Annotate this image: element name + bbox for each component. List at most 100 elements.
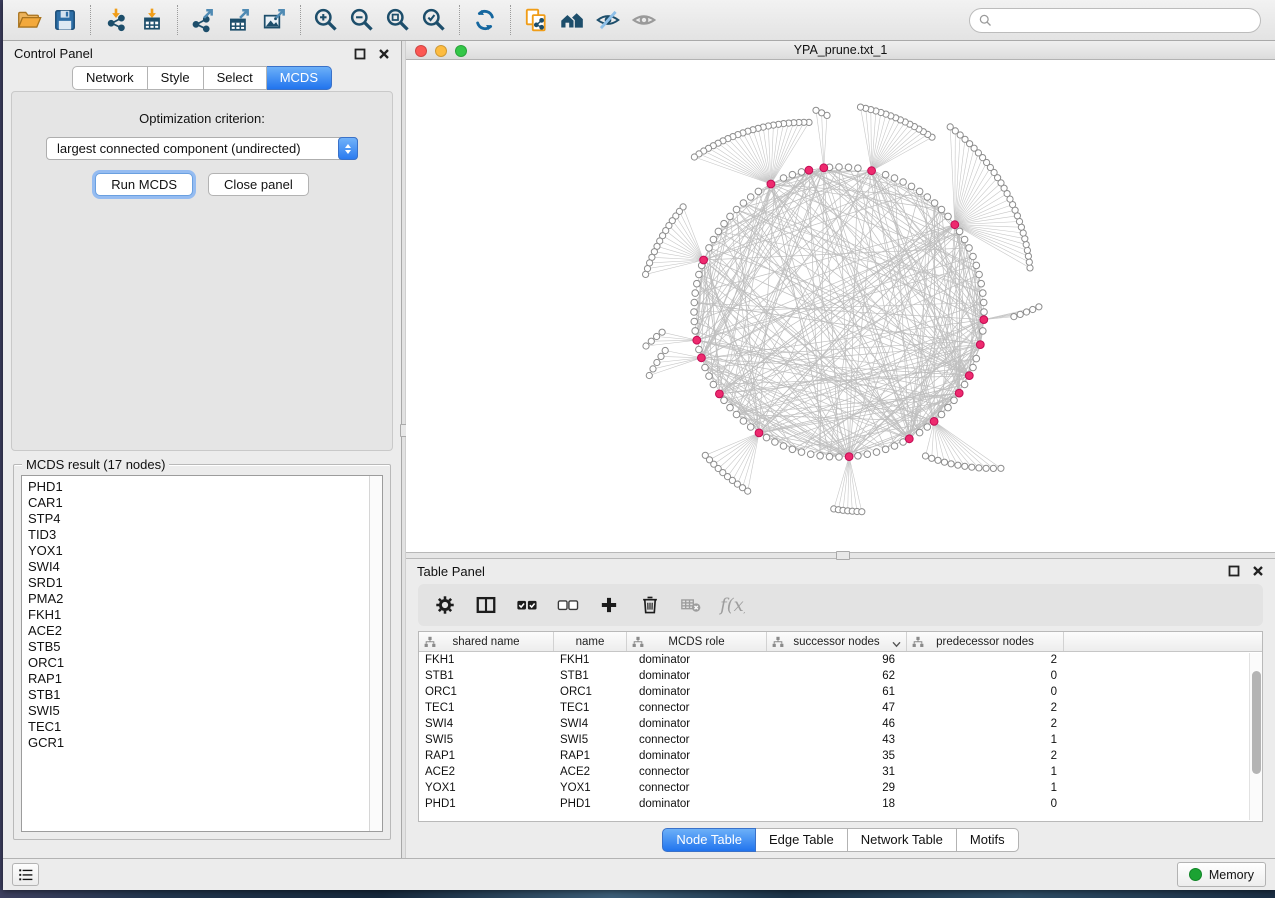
export-table-button[interactable]: [221, 4, 257, 36]
cell-shared-name[interactable]: RAP1: [419, 750, 554, 762]
table-row[interactable]: RAP1RAP1dominator352: [419, 748, 1262, 764]
cell-shared-name[interactable]: STB1: [419, 670, 554, 682]
search-box[interactable]: [969, 8, 1261, 33]
column-header-successor-nodes[interactable]: successor nodes: [767, 632, 907, 651]
cell-mcds-role[interactable]: dominator: [627, 670, 767, 682]
cell-mcds-role[interactable]: dominator: [627, 798, 767, 810]
table-row[interactable]: STB1STB1dominator620: [419, 668, 1262, 684]
table-row[interactable]: SWI4SWI4dominator462: [419, 716, 1262, 732]
memory-button[interactable]: Memory: [1177, 862, 1266, 887]
cell-name[interactable]: FKH1: [554, 654, 627, 666]
table-tab-node-table[interactable]: Node Table: [662, 828, 756, 852]
zoom-fit-button[interactable]: [380, 4, 416, 36]
mcds-result-item[interactable]: STB1: [28, 687, 369, 703]
table-row[interactable]: FKH1FKH1dominator962: [419, 652, 1262, 668]
cell-shared-name[interactable]: ACE2: [419, 766, 554, 778]
cell-mcds-role[interactable]: connector: [627, 734, 767, 746]
table-tab-motifs[interactable]: Motifs: [957, 828, 1019, 852]
mcds-result-item[interactable]: GCR1: [28, 735, 369, 751]
cell-name[interactable]: YOX1: [554, 782, 627, 794]
close-table-panel-icon[interactable]: [1251, 565, 1264, 578]
cell-predecessor-nodes[interactable]: 2: [907, 654, 1064, 666]
mcds-result-item[interactable]: TEC1: [28, 719, 369, 735]
cell-mcds-role[interactable]: connector: [627, 766, 767, 778]
cell-shared-name[interactable]: SWI5: [419, 734, 554, 746]
mcds-result-item[interactable]: ORC1: [28, 655, 369, 671]
refresh-button[interactable]: [467, 4, 503, 36]
cell-mcds-role[interactable]: connector: [627, 782, 767, 794]
split-columns-button[interactable]: [473, 592, 499, 618]
cell-mcds-role[interactable]: dominator: [627, 686, 767, 698]
cell-successor-nodes[interactable]: 31: [767, 766, 907, 778]
checkboxes-checked-button[interactable]: [514, 592, 540, 618]
close-panel-button[interactable]: Close panel: [208, 173, 309, 196]
cell-mcds-role[interactable]: dominator: [627, 718, 767, 730]
table-row[interactable]: PHD1PHD1dominator180: [419, 796, 1262, 812]
window-close-light[interactable]: [415, 45, 427, 57]
float-table-panel-icon[interactable]: [1227, 565, 1240, 578]
cell-predecessor-nodes[interactable]: 2: [907, 702, 1064, 714]
table-tab-edge-table[interactable]: Edge Table: [756, 828, 848, 852]
cell-successor-nodes[interactable]: 47: [767, 702, 907, 714]
mcds-result-item[interactable]: YOX1: [28, 543, 369, 559]
table-row[interactable]: ORC1ORC1dominator610: [419, 684, 1262, 700]
cell-successor-nodes[interactable]: 62: [767, 670, 907, 682]
cell-successor-nodes[interactable]: 61: [767, 686, 907, 698]
mcds-result-item[interactable]: STP4: [28, 511, 369, 527]
export-image-button[interactable]: [257, 4, 293, 36]
mcds-result-item[interactable]: SWI5: [28, 703, 369, 719]
column-header-name[interactable]: name: [554, 632, 627, 651]
cell-mcds-role[interactable]: dominator: [627, 750, 767, 762]
column-header-mcds-role[interactable]: MCDS role: [627, 632, 767, 651]
import-network-button[interactable]: [98, 4, 134, 36]
float-panel-icon[interactable]: [353, 47, 366, 60]
cell-predecessor-nodes[interactable]: 2: [907, 718, 1064, 730]
cell-successor-nodes[interactable]: 46: [767, 718, 907, 730]
cell-name[interactable]: PHD1: [554, 798, 627, 810]
mcds-result-item[interactable]: SRD1: [28, 575, 369, 591]
mcds-result-item[interactable]: PHD1: [28, 479, 369, 495]
table-scrollbar[interactable]: [1249, 653, 1262, 820]
hide-eye-button[interactable]: [590, 4, 626, 36]
show-eye-button[interactable]: [626, 4, 662, 36]
import-table-button[interactable]: [134, 4, 170, 36]
cell-predecessor-nodes[interactable]: 0: [907, 798, 1064, 810]
cell-predecessor-nodes[interactable]: 0: [907, 670, 1064, 682]
save-button[interactable]: [47, 4, 83, 36]
column-header-predecessor-nodes[interactable]: predecessor nodes: [907, 632, 1064, 651]
cell-successor-nodes[interactable]: 96: [767, 654, 907, 666]
mcds-result-listbox[interactable]: PHD1CAR1STP4TID3YOX1SWI4SRD1PMA2FKH1ACE2…: [21, 475, 383, 832]
cell-shared-name[interactable]: FKH1: [419, 654, 554, 666]
open-folder-button[interactable]: [11, 4, 47, 36]
optimization-criterion-dropdown[interactable]: largest connected component (undirected): [46, 137, 358, 160]
horizontal-split-grip[interactable]: [836, 551, 850, 560]
cell-predecessor-nodes[interactable]: 1: [907, 766, 1064, 778]
network-window-titlebar[interactable]: YPA_prune.txt_1: [406, 41, 1275, 60]
zoom-out-button[interactable]: [344, 4, 380, 36]
run-mcds-button[interactable]: Run MCDS: [95, 173, 193, 196]
checkboxes-unchecked-button[interactable]: [555, 592, 581, 618]
cell-shared-name[interactable]: SWI4: [419, 718, 554, 730]
cell-successor-nodes[interactable]: 29: [767, 782, 907, 794]
table-tab-network-table[interactable]: Network Table: [848, 828, 957, 852]
zoom-selected-button[interactable]: [416, 4, 452, 36]
horizontal-split-divider[interactable]: [406, 552, 1275, 559]
cell-predecessor-nodes[interactable]: 1: [907, 734, 1064, 746]
cell-name[interactable]: TEC1: [554, 702, 627, 714]
cell-predecessor-nodes[interactable]: 1: [907, 782, 1064, 794]
zoom-in-button[interactable]: [308, 4, 344, 36]
table-row[interactable]: TEC1TEC1connector472: [419, 700, 1262, 716]
table-row[interactable]: SWI5SWI5connector431: [419, 732, 1262, 748]
cell-successor-nodes[interactable]: 43: [767, 734, 907, 746]
home-pair-button[interactable]: [554, 4, 590, 36]
mcds-result-item[interactable]: TID3: [28, 527, 369, 543]
cell-shared-name[interactable]: TEC1: [419, 702, 554, 714]
mcds-result-item[interactable]: SWI4: [28, 559, 369, 575]
cell-mcds-role[interactable]: dominator: [627, 654, 767, 666]
cell-name[interactable]: ORC1: [554, 686, 627, 698]
mcds-result-item[interactable]: STB5: [28, 639, 369, 655]
column-header-shared-name[interactable]: shared name: [419, 632, 554, 651]
duplicate-network-button[interactable]: [518, 4, 554, 36]
cell-name[interactable]: ACE2: [554, 766, 627, 778]
tab-style[interactable]: Style: [148, 66, 204, 90]
